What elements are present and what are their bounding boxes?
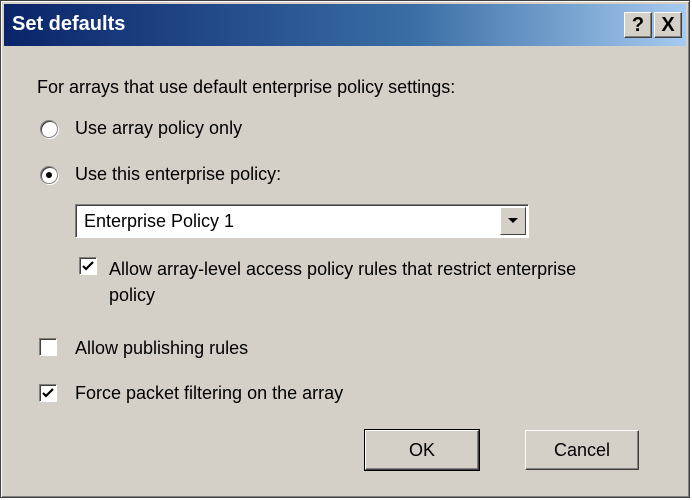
allow-publishing-label[interactable]: Allow publishing rules bbox=[75, 338, 248, 359]
chevron-down-icon bbox=[508, 218, 518, 223]
enterprise-policy-radio-label[interactable]: Use this enterprise policy: bbox=[75, 164, 281, 185]
set-defaults-dialog: Set defaults ? X For arrays that use def… bbox=[0, 0, 690, 498]
allow-array-rules-checkbox[interactable] bbox=[79, 257, 97, 275]
force-packet-filtering-checkbox[interactable] bbox=[39, 384, 57, 402]
allow-array-rules-label-line2[interactable]: policy bbox=[109, 285, 155, 306]
array-policy-radio-label[interactable]: Use array policy only bbox=[75, 118, 242, 139]
enterprise-policy-select[interactable]: Enterprise Policy 1 bbox=[75, 204, 529, 238]
enterprise-policy-radio[interactable] bbox=[40, 166, 58, 184]
array-policy-radio[interactable] bbox=[40, 120, 58, 138]
checkmark-icon bbox=[82, 261, 94, 271]
close-button[interactable]: X bbox=[654, 12, 682, 38]
allow-array-rules-label[interactable]: Allow array-level access policy rules th… bbox=[109, 259, 576, 280]
ok-button[interactable]: OK bbox=[364, 429, 480, 471]
cancel-button[interactable]: Cancel bbox=[525, 430, 639, 470]
allow-publishing-checkbox[interactable] bbox=[39, 338, 57, 356]
title-bar[interactable]: Set defaults ? X bbox=[4, 4, 686, 46]
help-button[interactable]: ? bbox=[624, 12, 652, 38]
dropdown-button[interactable] bbox=[500, 207, 526, 235]
enterprise-policy-select-value: Enterprise Policy 1 bbox=[84, 211, 235, 231]
force-packet-filtering-label[interactable]: Force packet filtering on the array bbox=[75, 383, 343, 404]
intro-text: For arrays that use default enterprise p… bbox=[37, 77, 456, 97]
checkmark-icon bbox=[42, 388, 54, 398]
radio-selected-dot bbox=[46, 172, 52, 178]
dialog-title: Set defaults bbox=[12, 13, 126, 35]
